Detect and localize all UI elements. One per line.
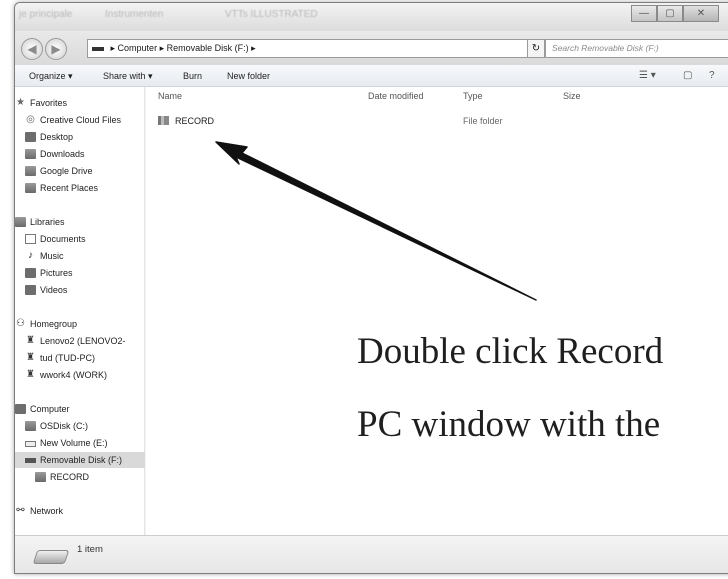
explorer-screenshot: je principale Instrumenten VTTs ILLUSTRA…: [0, 0, 728, 579]
annotation-arrow: [215, 141, 537, 301]
annotation-overlay: [215, 141, 537, 301]
annotation-line-1: Double click Record: [357, 331, 664, 372]
annotation-line-2: PC window with the: [357, 404, 661, 445]
